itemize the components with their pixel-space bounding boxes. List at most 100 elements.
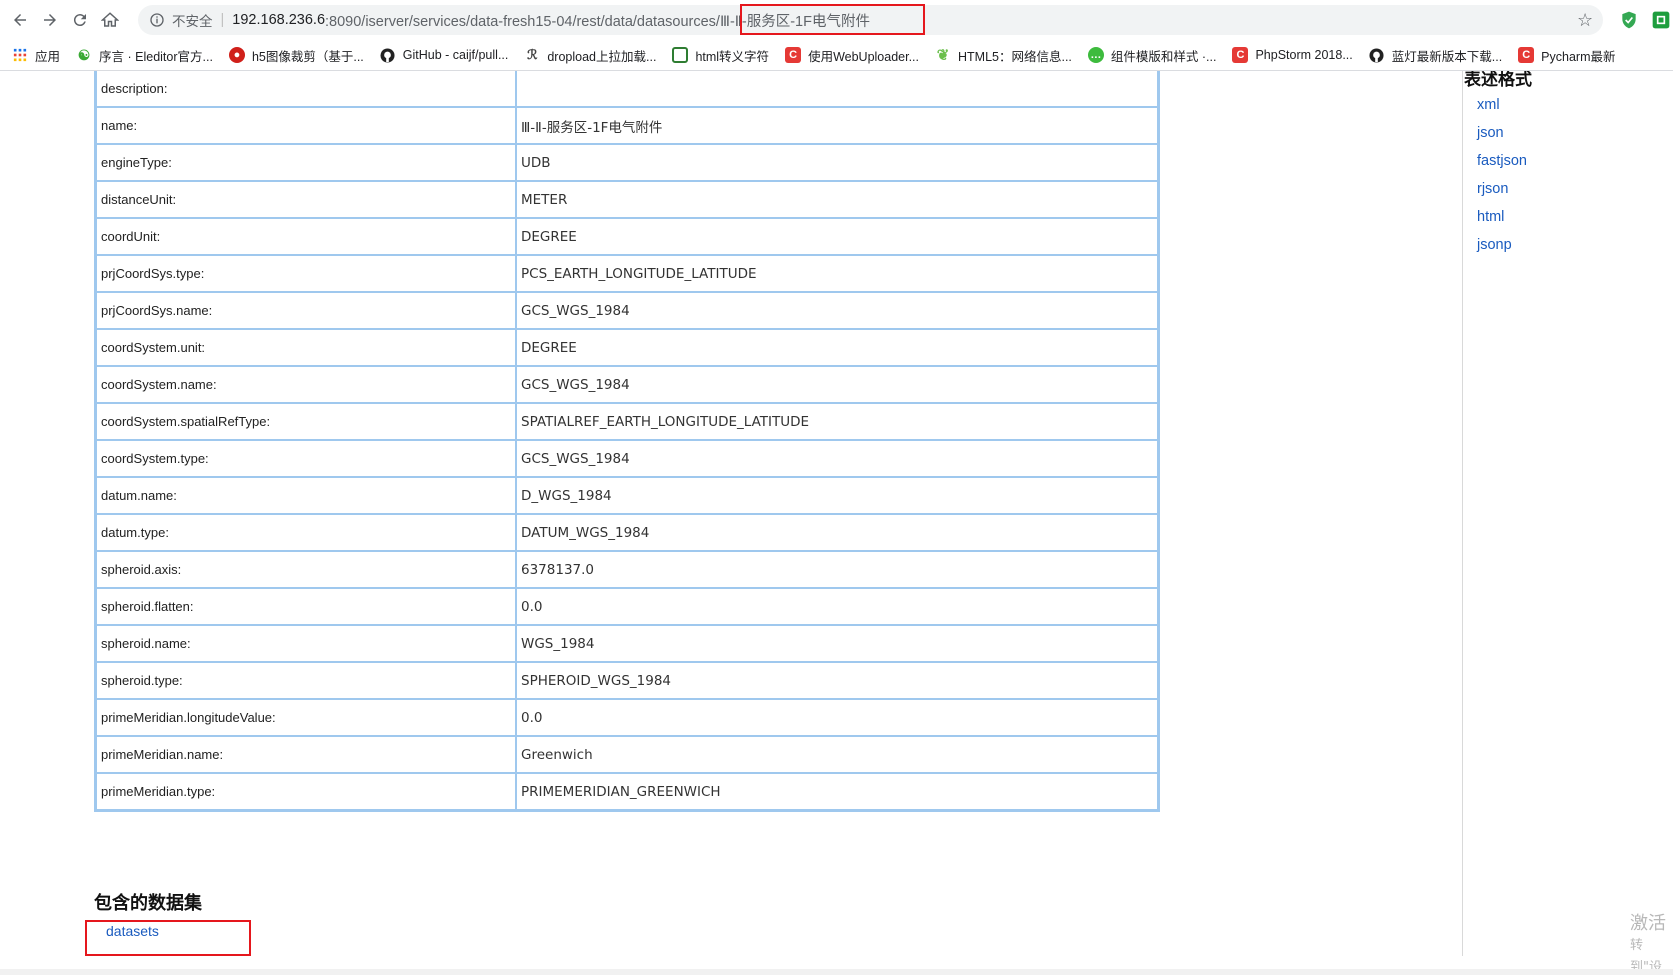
bookmark-html-escape[interactable]: html转义字符 (672, 46, 769, 65)
bookmark-apps[interactable]: 应用 (12, 46, 60, 65)
attribute-key: spheroid.axis: (94, 550, 517, 589)
format-link-jsonp[interactable]: jsonp (1477, 237, 1512, 253)
attribute-key: coordSystem.type: (94, 439, 517, 478)
bookmark-lantern[interactable]: 蓝灯最新版本下载... (1369, 46, 1502, 65)
url-host: 192.168.236.6 (232, 12, 326, 28)
separator: | (220, 12, 225, 28)
table-row: datum.type: DATUM_WGS_1984 (94, 513, 1160, 552)
attribute-key: spheroid.type: (94, 661, 517, 700)
format-link-html[interactable]: html (1477, 209, 1504, 225)
attribute-key: datum.type: (94, 513, 517, 552)
github-icon (380, 47, 396, 63)
arrow-left-icon (14, 14, 26, 26)
bookmark-h5-crop[interactable]: ● h5图像裁剪（基于... (228, 46, 364, 65)
leaf-icon: ❦ (936, 47, 950, 64)
bookmark-label: HTML5：网络信息... (958, 49, 1072, 64)
home-button[interactable] (95, 5, 125, 35)
reload-button[interactable] (65, 5, 95, 35)
list-item: jsonp (1477, 233, 1527, 261)
bookmark-wechat-templates[interactable]: … 组件模版和样式 ·... (1087, 46, 1217, 65)
attribute-value: PRIMEMERIDIAN_GREENWICH (515, 772, 1160, 812)
bookmarks-bar: 应用 ☯ 序言 · Eleditor官方... ● h5图像裁剪（基于... G… (0, 40, 1673, 71)
list-item: html (1477, 205, 1527, 233)
bookmark-star-icon[interactable]: ☆ (1577, 10, 1597, 31)
format-link-json[interactable]: json (1477, 125, 1504, 141)
forward-button[interactable] (35, 5, 65, 35)
bookmark-label: html转义字符 (695, 49, 770, 64)
activation-watermark: 激活 转到"设 (1630, 913, 1673, 975)
address-bar[interactable]: 不安全 | 192.168.236.6:8090/iserver/service… (138, 5, 1603, 35)
bookmark-label: dropload上拉加载... (547, 49, 657, 64)
formats-list: xml json fastjson rjson html jsonp (1477, 93, 1527, 261)
attribute-key: coordSystem.spatialRefType: (94, 402, 517, 441)
format-link-rjson[interactable]: rjson (1477, 181, 1508, 197)
attribute-key: spheroid.flatten: (94, 587, 517, 626)
table-row: primeMeridian.type: PRIMEMERIDIAN_GREENWI… (94, 772, 1160, 812)
bookmark-webuploader[interactable]: C 使用WebUploader... (785, 46, 919, 65)
csdn-icon: C (1518, 47, 1535, 63)
attribute-value: DEGREE (515, 328, 1160, 367)
table-row: primeMeridian.longitudeValue: 0.0 (94, 698, 1160, 737)
home-icon (101, 12, 119, 27)
page-content: description: name: Ⅲ-Ⅱ-服务区-1F电气附件 engineT… (0, 71, 1673, 975)
bookmark-label: 使用WebUploader... (808, 49, 919, 64)
bookmark-eleditor[interactable]: ☯ 序言 · Eleditor官方... (76, 46, 213, 65)
table-row: spheroid.name: WGS_1984 (94, 624, 1160, 663)
table-row: coordSystem.name: GCS_WGS_1984 (94, 365, 1160, 404)
attribute-key: prjCoordSys.type: (94, 254, 517, 293)
attribute-value: DEGREE (515, 217, 1160, 256)
attribute-value: SPHEROID_WGS_1984 (515, 661, 1160, 700)
datasets-link[interactable]: datasets (106, 923, 159, 939)
attribute-value: Greenwich (515, 735, 1160, 774)
shield-extension-icon[interactable] (1619, 10, 1639, 30)
table-row: distanceUnit: METER (94, 180, 1160, 219)
attribute-value: D_WGS_1984 (515, 476, 1160, 515)
attribute-value: 0.0 (515, 587, 1160, 626)
list-item: json (1477, 121, 1527, 149)
insecure-label: 不安全 (172, 14, 213, 29)
horizontal-scrollbar[interactable] (0, 969, 1673, 975)
attribute-value: SPATIALREF_EARTH_LONGITUDE_LATITUDE (515, 402, 1160, 441)
table-row: primeMeridian.name: Greenwich (94, 735, 1160, 774)
attribute-key: datum.name: (94, 476, 517, 515)
bookmark-label: 蓝灯最新版本下载... (1391, 49, 1503, 64)
csdn-icon: C (1232, 47, 1249, 63)
attribute-key: coordUnit: (94, 217, 517, 256)
table-row: spheroid.axis: 6378137.0 (94, 550, 1160, 589)
bookmark-label: GitHub - caijf/pull... (402, 48, 509, 62)
info-icon[interactable] (148, 11, 166, 29)
attribute-key: spheroid.name: (94, 624, 517, 663)
attribute-key: primeMeridian.name: (94, 735, 517, 774)
dropload-icon: ℛ (527, 47, 538, 62)
bookmark-phpstorm[interactable]: C PhpStorm 2018... (1232, 47, 1353, 63)
attribute-value: METER (515, 180, 1160, 219)
green-extension-icon[interactable] (1651, 10, 1671, 30)
reload-icon (73, 14, 86, 27)
bookmark-github-pull[interactable]: GitHub - caijf/pull... (380, 47, 509, 63)
bookmark-pycharm[interactable]: C Pycharm最新 (1518, 46, 1616, 65)
attribute-key: coordSystem.unit: (94, 328, 517, 367)
attribute-key: engineType: (94, 143, 517, 182)
format-link-fastjson[interactable]: fastjson (1477, 153, 1527, 169)
attribute-value (515, 71, 1160, 108)
back-button[interactable] (5, 5, 35, 35)
format-link-xml[interactable]: xml (1477, 97, 1500, 113)
table-row: name: Ⅲ-Ⅱ-服务区-1F电气附件 (94, 106, 1160, 145)
attribute-value: 6378137.0 (515, 550, 1160, 589)
bookmark-dropload[interactable]: ℛ dropload上拉加载... (524, 46, 656, 65)
table-row: coordUnit: DEGREE (94, 217, 1160, 256)
bookmark-html5-network[interactable]: ❦ HTML5：网络信息... (935, 46, 1072, 65)
attribute-value: GCS_WGS_1984 (515, 439, 1160, 478)
bookmark-label: 组件模版和样式 ·... (1110, 49, 1217, 64)
attribute-value: PCS_EARTH_LONGITUDE_LATITUDE (515, 254, 1160, 293)
eleditor-icon: ☯ (77, 46, 91, 63)
apps-grid-icon (12, 47, 28, 63)
table-row: description: (94, 71, 1160, 108)
table-row: coordSystem.unit: DEGREE (94, 328, 1160, 367)
table-row: coordSystem.type: GCS_WGS_1984 (94, 439, 1160, 478)
attribute-key: coordSystem.name: (94, 365, 517, 404)
list-item: xml (1477, 93, 1527, 121)
browser-toolbar: 不安全 | 192.168.236.6:8090/iserver/service… (0, 0, 1673, 40)
red-circle-icon: ● (228, 47, 245, 63)
attribute-value: GCS_WGS_1984 (515, 291, 1160, 330)
